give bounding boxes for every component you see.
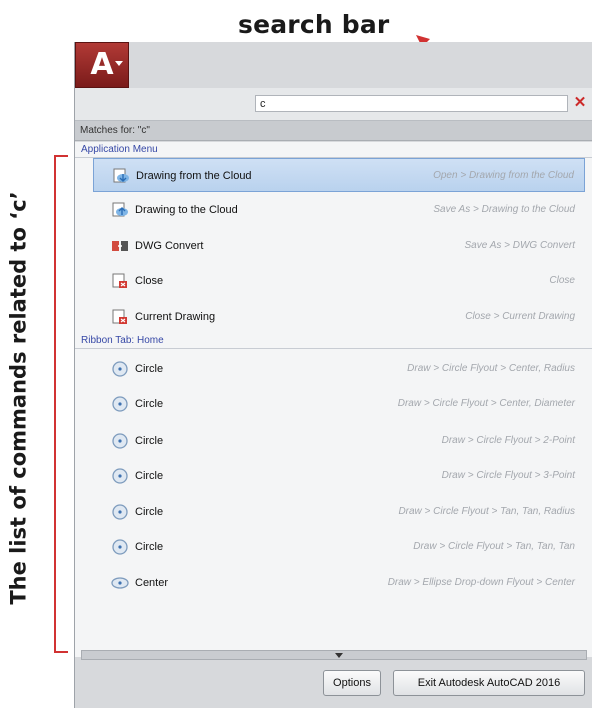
group-header: Ribbon Tab: Home: [75, 333, 592, 349]
result-item[interactable]: Drawing to the Cloud Save As > Drawing to…: [93, 193, 585, 227]
bottom-bar: Options Exit Autodesk AutoCAD 2016: [75, 660, 592, 708]
exit-autocad-button[interactable]: Exit Autodesk AutoCAD 2016: [393, 670, 585, 696]
result-item-path: Draw > Ellipse Drop-down Flyout > Center: [387, 577, 575, 588]
result-item[interactable]: Circle Draw > Circle Flyout > Tan, Tan, R…: [93, 495, 585, 529]
result-item-path: Draw > Circle Flyout > Center, Diameter: [397, 398, 575, 409]
result-item-label: Circle: [135, 435, 164, 447]
scroll-down-icon: [335, 653, 343, 658]
result-item-path: Draw > Circle Flyout > Tan, Tan, Tan: [413, 541, 575, 552]
result-item-label: Current Drawing: [135, 311, 216, 323]
result-item-path: Draw > Circle Flyout > Center, Radius: [407, 363, 575, 374]
options-button[interactable]: Options: [323, 670, 381, 696]
result-item-path: Draw > Circle Flyout > 3-Point: [441, 470, 575, 481]
result-item-path: Close > Current Drawing: [465, 311, 575, 322]
application-button[interactable]: A: [75, 42, 129, 88]
result-item[interactable]: Center Draw > Ellipse Drop-down Flyout > …: [93, 566, 585, 600]
result-item[interactable]: Drawing from the Cloud Open > Drawing fro…: [93, 158, 585, 192]
result-item-path: Draw > Circle Flyout > 2-Point: [441, 435, 575, 446]
result-item-path: Close: [549, 275, 575, 286]
ellipse-center-icon: [111, 574, 129, 592]
circle-3-point-icon: [111, 467, 129, 485]
cloud-upload-icon: [111, 201, 129, 219]
search-input[interactable]: [255, 95, 568, 112]
application-menu-panel: A ✕ Matches for: "c" Application MenuDra…: [74, 42, 592, 708]
circle-2-point-icon: [111, 432, 129, 450]
result-item[interactable]: Circle Draw > Circle Flyout > 3-Point: [93, 459, 585, 493]
search-results-list: Application Menu Drawing from the Cloud Op…: [75, 142, 592, 657]
result-item[interactable]: Circle Draw > Circle Flyout > Tan, Tan, T…: [93, 530, 585, 564]
circle-center-diameter-icon: [111, 395, 129, 413]
group-header: Application Menu: [75, 142, 592, 158]
result-item[interactable]: Circle Draw > Circle Flyout > 2-Point: [93, 424, 585, 458]
result-item-label: Circle: [135, 470, 164, 482]
autocad-logo-icon: A: [90, 47, 114, 82]
result-item-label: Circle: [135, 363, 164, 375]
dwg-convert-icon: [111, 237, 129, 255]
close-file-icon: [111, 272, 129, 290]
cloud-download-icon: [112, 167, 130, 185]
matches-label: Matches for: "c": [75, 121, 592, 141]
result-item-label: Drawing from the Cloud: [136, 170, 252, 182]
result-item-path: Save As > Drawing to the Cloud: [433, 204, 575, 215]
result-item[interactable]: Close Close: [93, 264, 585, 298]
annotation-bracket: [54, 155, 68, 653]
result-item[interactable]: Current Drawing Close > Current Drawing: [93, 300, 585, 334]
chevron-down-icon: [115, 61, 123, 66]
result-item[interactable]: Circle Draw > Circle Flyout > Center, Rad…: [93, 352, 585, 386]
clear-search-icon[interactable]: ✕: [572, 93, 588, 113]
commands-list-annotation: The list of commands related to ‘c’: [7, 191, 32, 605]
result-item-label: Close: [135, 275, 164, 287]
circle-center-radius-icon: [111, 360, 129, 378]
result-item-path: Open > Drawing from the Cloud: [433, 170, 574, 181]
search-bar-annotation: search bar: [238, 10, 390, 39]
result-item-label: Circle: [135, 541, 164, 553]
result-item-path: Draw > Circle Flyout > Tan, Tan, Radius: [398, 506, 575, 517]
scroll-down-button[interactable]: [81, 650, 587, 660]
circle-tan-tan-radius-icon: [111, 503, 129, 521]
result-item-label: Center: [135, 577, 169, 589]
circle-tan-tan-tan-icon: [111, 538, 129, 556]
commands-list-annotation-wrap: The list of commands related to ‘c’: [2, 148, 36, 648]
close-file-icon: [111, 308, 129, 326]
result-item[interactable]: DWG Convert Save As > DWG Convert: [93, 229, 585, 263]
result-item-label: Circle: [135, 506, 164, 518]
result-item-path: Save As > DWG Convert: [464, 240, 576, 251]
search-row: ✕: [75, 88, 592, 121]
result-item[interactable]: Circle Draw > Circle Flyout > Center, Dia…: [93, 387, 585, 421]
result-item-label: DWG Convert: [135, 240, 204, 252]
result-item-label: Drawing to the Cloud: [135, 204, 238, 216]
result-item-label: Circle: [135, 398, 164, 410]
